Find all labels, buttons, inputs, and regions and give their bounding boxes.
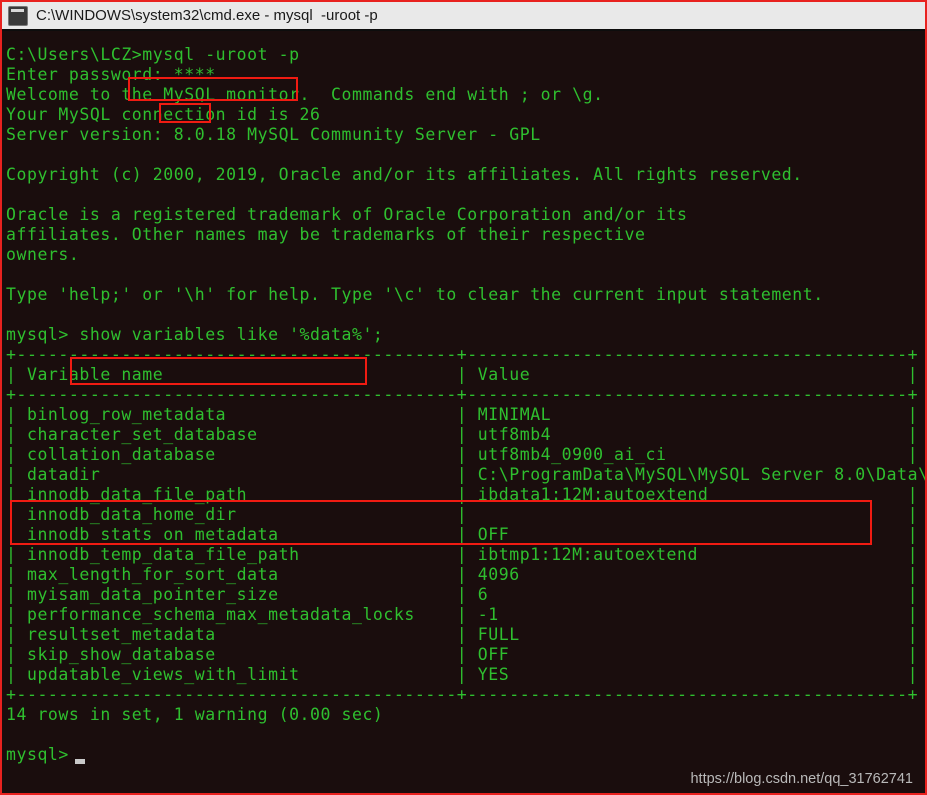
terminal-line-row-5: | innodb_data_file_path | ibdata1:12M:au… [6,485,919,504]
terminal-line-trademark-1: Oracle is a registered trademark of Orac… [6,205,688,224]
terminal-line-row-3: | collation_database | utf8mb4_0900_ai_c… [6,445,919,464]
window-title: C:\WINDOWS\system32\cmd.exe - mysql -uro… [36,7,378,24]
terminal-line-row-13: | skip_show_database | OFF | [6,645,919,664]
terminal-line-copyright: Copyright (c) 2000, 2019, Oracle and/or … [6,165,803,184]
terminal-line-trademark-3: owners. [6,245,80,264]
terminal-line-row-12: | resultset_metadata | FULL | [6,625,919,644]
terminal-line-row-9: | max_length_for_sort_data | 4096 | [6,565,919,584]
terminal-line-row-7: | innodb_stats_on_metadata | OFF | [6,525,919,544]
terminal-line-table-header-row: | Variable_name | Value | [6,365,919,384]
terminal-line-row-14: | updatable_views_with_limit | YES | [6,665,919,684]
terminal-line-row-2: | character_set_database | utf8mb4 | [6,425,919,444]
terminal-output-area[interactable]: C:\Users\LCZ>mysql -uroot -p Enter passwo… [2,33,925,793]
terminal-line-row-4: | datadir | C:\ProgramData\MySQL\MySQL S… [6,465,925,484]
terminal-line-prompt-cmd: C:\Users\LCZ>mysql -uroot -p [6,45,300,64]
terminal-line-welcome: Welcome to the MySQL monitor. Commands e… [6,85,604,104]
terminal-line-row-6: | innodb_data_home_dir | | [6,505,919,524]
cmd-console-window: C:\WINDOWS\system32\cmd.exe - mysql -uro… [0,0,927,795]
watermark-url: https://blog.csdn.net/qq_31762741 [690,771,913,787]
terminal-line-table-bot-border: +---------------------------------------… [6,685,919,704]
text-cursor [75,759,85,764]
terminal-line-help-hint: Type 'help;' or '\h' for help. Type '\c'… [6,285,824,304]
terminal-line-trademark-2: affiliates. Other names may be trademark… [6,225,646,244]
terminal-line-connection-id: Your MySQL connection id is 26 [6,105,321,124]
terminal-line-blank-5 [6,725,16,745]
terminal-line-server-version: Server version: 8.0.18 MySQL Community S… [6,125,541,144]
terminal-line-row-10: | myisam_data_pointer_size | 6 | [6,585,919,604]
terminal-line-row-11: | performance_schema_max_metadata_locks … [6,605,919,624]
terminal-line-password-prompt: Enter password: **** [6,65,216,84]
terminal-line-final-prompt: mysql> [6,745,69,764]
terminal-line-query-line: mysql> show variables like '%data%'; [6,325,384,344]
window-titlebar[interactable]: C:\WINDOWS\system32\cmd.exe - mysql -uro… [2,2,925,31]
terminal-line-table-head-sep: +---------------------------------------… [6,385,919,404]
terminal-line-row-1: | binlog_row_metadata | MINIMAL | [6,405,919,424]
terminal-line-rows-summary: 14 rows in set, 1 warning (0.00 sec) [6,705,384,724]
console-icon [8,5,28,26]
terminal-line-blank-4 [6,305,16,325]
terminal-line-blank-1 [6,145,16,165]
terminal-line-table-top-border: +---------------------------------------… [6,345,919,364]
terminal-line-blank-2 [6,185,16,205]
terminal-line-blank-3 [6,265,16,285]
terminal-line-row-8: | innodb_temp_data_file_path | ibtmp1:12… [6,545,919,564]
